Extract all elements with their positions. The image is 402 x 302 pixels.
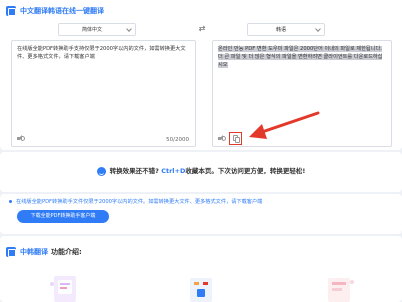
source-language-select[interactable]: 简体中文 <box>58 23 136 36</box>
translator-card: 中文翻译韩语在线一键翻译 简体中文 ⇄ 韩语 在线版全能PDF转换助手支持仅限于… <box>0 0 402 150</box>
speaker-icon[interactable] <box>218 135 226 142</box>
feature-intro-card: 中韩翻译 功能介绍: <box>0 236 402 302</box>
favorite-hotkey: Ctrl+D <box>161 167 186 175</box>
promo-text: 在线版全能PDF转换助手文件仅限于2000字以内的文件。如需转换更大文件、更多格… <box>16 199 263 205</box>
download-client-button[interactable]: 下载全能PDF转换助手客户端 <box>17 210 109 223</box>
intro-title-rest: 功能介绍: <box>51 248 82 256</box>
source-text[interactable]: 在线版全能PDF转换助手支持仅限于2000字以内的文件，如需转换更大文件、更多格… <box>17 45 191 61</box>
character-counter: 50/2000 <box>166 137 189 143</box>
copy-button[interactable] <box>229 132 242 145</box>
copy-icon-front <box>235 137 240 143</box>
promo-text-row: 在线版全能PDF转换助手文件仅限于2000字以内的文件。如需转换更大文件、更多格… <box>9 198 262 205</box>
target-language-value: 韩语 <box>275 27 286 33</box>
intro-header: 中韩翻译 功能介绍: <box>6 247 82 257</box>
bullet-dot-icon <box>9 200 12 203</box>
chevron-down-icon <box>315 26 321 32</box>
favorite-hint-card: 转换效果还不错? Ctrl+D收藏本页。下次访问更方便，转换更轻松! <box>0 152 402 192</box>
translate-logo-icon <box>6 247 16 257</box>
smile-icon <box>96 166 106 176</box>
page-title: 中文翻译韩语在线一键翻译 <box>20 7 104 15</box>
page-header: 中文翻译韩语在线一键翻译 <box>6 5 104 17</box>
favorite-text-after: 收藏本页。下次访问更方便，转换更轻松! <box>185 167 306 175</box>
chevron-down-icon <box>126 26 132 32</box>
promo-card: 在线版全能PDF转换助手文件仅限于2000字以内的文件。如需转换更大文件、更多格… <box>0 194 402 234</box>
feature-illustration-3 <box>328 278 354 302</box>
swap-languages-button[interactable]: ⇄ <box>196 24 208 34</box>
translate-logo-icon <box>6 6 16 16</box>
source-language-value: 简体中文 <box>81 27 102 33</box>
intro-title-accent: 中韩翻译 <box>20 248 48 256</box>
target-language-select[interactable]: 韩语 <box>247 23 325 36</box>
speaker-icon[interactable] <box>17 135 25 142</box>
feature-illustration-1 <box>50 276 76 302</box>
swap-arrows-icon: ⇄ <box>198 24 206 33</box>
translated-text-selection[interactable]: 온라인 만능 PDF 변환 도우미 파일은 2000단어 이내의 파일로 제한됩… <box>218 46 383 68</box>
favorite-hint: 转换效果还不错? Ctrl+D收藏本页。下次访问更方便，转换更轻松! <box>0 165 402 176</box>
target-text-output: 온라인 만능 PDF 변환 도우미 파일은 2000단어 이내의 파일로 제한됩… <box>212 40 392 147</box>
translated-text: 온라인 만능 PDF 변환 도우미 파일은 2000단어 이내의 파일로 제한됩… <box>218 45 386 69</box>
feature-illustration-2 <box>190 278 212 302</box>
source-text-input[interactable]: 在线版全能PDF转换助手支持仅限于2000字以内的文件，如需转换更大文件、更多格… <box>11 40 196 147</box>
favorite-text-before: 转换效果还不错? <box>109 167 159 175</box>
